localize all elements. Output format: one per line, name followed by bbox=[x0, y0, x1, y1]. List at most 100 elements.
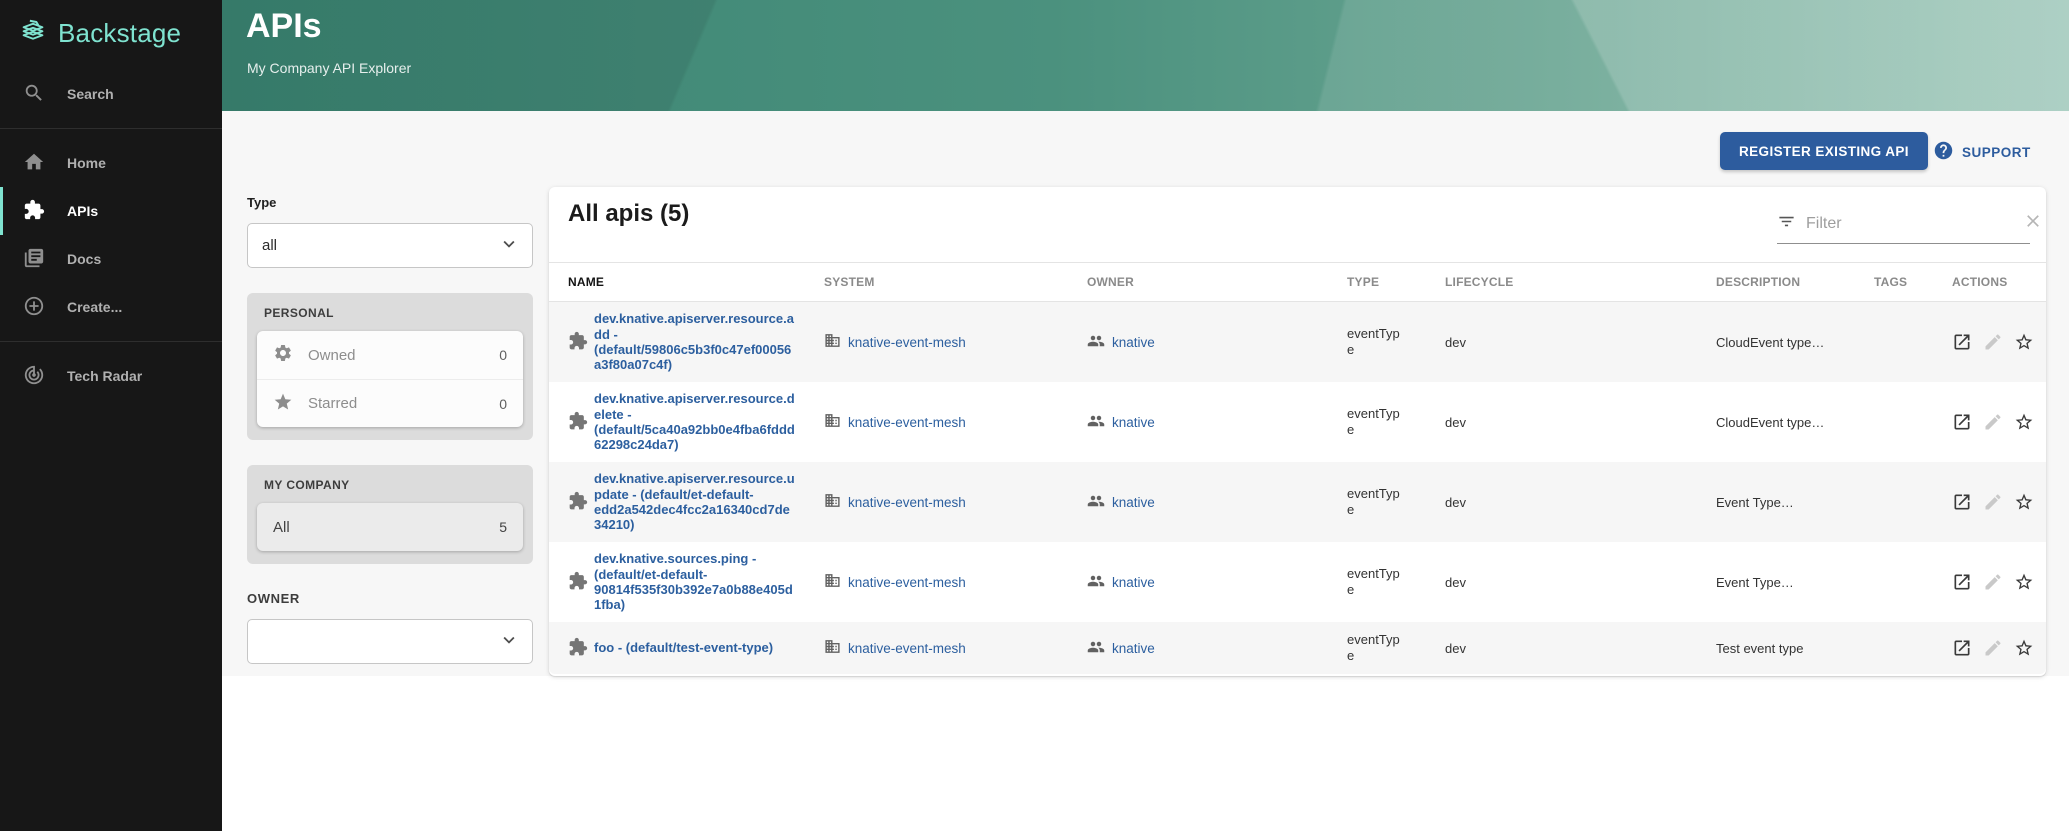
api-table-card: All apis (5) NAME SYSTEM OWNER TYPE LIFE… bbox=[549, 187, 2046, 676]
open-in-new-icon[interactable] bbox=[1952, 638, 1972, 658]
open-in-new-icon[interactable] bbox=[1952, 572, 1972, 592]
open-in-new-icon[interactable] bbox=[1952, 492, 1972, 512]
system-link[interactable]: knative-event-mesh bbox=[848, 495, 966, 510]
system-link[interactable]: knative-event-mesh bbox=[848, 415, 966, 430]
type-filter-value: all bbox=[262, 237, 277, 254]
api-name-link[interactable]: dev.knative.sources.ping - (default/et-d… bbox=[594, 551, 796, 612]
chevron-down-icon bbox=[498, 233, 520, 259]
open-in-new-icon[interactable] bbox=[1952, 412, 1972, 432]
column-header-type[interactable]: TYPE bbox=[1347, 275, 1445, 289]
api-name-link[interactable]: dev.knative.apiserver.resource.delete - … bbox=[594, 391, 796, 452]
clear-filter-icon[interactable] bbox=[2023, 211, 2043, 236]
star-outline-icon[interactable] bbox=[2014, 412, 2034, 432]
sidebar-item-label: Tech Radar bbox=[67, 368, 142, 384]
api-name-link[interactable]: dev.knative.apiserver.resource.add - (de… bbox=[594, 311, 796, 372]
api-type: eventType bbox=[1347, 406, 1404, 437]
api-lifecycle: dev bbox=[1445, 335, 1716, 350]
api-kind-icon bbox=[568, 637, 588, 660]
table-filter-input[interactable] bbox=[1806, 215, 2013, 233]
owner-link[interactable]: knative bbox=[1112, 575, 1155, 590]
system-link[interactable]: knative-event-mesh bbox=[848, 575, 966, 590]
chevron-down-icon bbox=[498, 629, 520, 655]
system-link[interactable]: knative-event-mesh bbox=[848, 335, 966, 350]
api-description: CloudEvent type… bbox=[1716, 335, 1874, 350]
company-group-title: MY COMPANY bbox=[264, 478, 523, 492]
column-header-tags[interactable]: TAGS bbox=[1874, 275, 1952, 289]
filter-item-count: 0 bbox=[499, 347, 507, 363]
star-icon bbox=[273, 392, 293, 416]
open-in-new-icon[interactable] bbox=[1952, 332, 1972, 352]
filter-item-starred[interactable]: Starred 0 bbox=[257, 379, 523, 427]
column-header-name[interactable]: NAME bbox=[568, 275, 824, 289]
personal-group-title: PERSONAL bbox=[264, 306, 523, 320]
sidebar-item-tech-radar[interactable]: Tech Radar bbox=[0, 352, 222, 400]
backstage-logo[interactable]: Backstage bbox=[0, 0, 222, 52]
column-header-lifecycle[interactable]: LIFECYCLE bbox=[1445, 275, 1716, 289]
system-icon bbox=[824, 492, 841, 512]
filter-item-label: Owned bbox=[308, 347, 356, 364]
system-icon bbox=[824, 332, 841, 352]
sidebar-item-docs[interactable]: Docs bbox=[0, 235, 222, 283]
filter-item-all[interactable]: All 5 bbox=[257, 503, 523, 551]
column-header-owner[interactable]: OWNER bbox=[1087, 275, 1347, 289]
table-row: dev.knative.sources.ping - (default/et-d… bbox=[549, 542, 2046, 622]
edit-icon[interactable] bbox=[1983, 492, 2003, 512]
api-kind-icon bbox=[568, 571, 588, 594]
edit-icon[interactable] bbox=[1983, 638, 2003, 658]
sidebar-item-search[interactable]: Search bbox=[0, 70, 222, 118]
api-kind-icon bbox=[568, 491, 588, 514]
group-icon bbox=[1087, 572, 1105, 593]
edit-icon[interactable] bbox=[1983, 332, 2003, 352]
star-outline-icon[interactable] bbox=[2014, 572, 2034, 592]
star-outline-icon[interactable] bbox=[2014, 492, 2034, 512]
filter-item-owned[interactable]: Owned 0 bbox=[257, 331, 523, 379]
sidebar-item-home[interactable]: Home bbox=[0, 139, 222, 187]
backstage-logo-icon bbox=[18, 15, 48, 52]
table-filter-field bbox=[1777, 211, 2030, 244]
owner-filter-select[interactable] bbox=[247, 619, 533, 664]
support-button[interactable]: SUPPORT bbox=[1933, 140, 2031, 164]
sidebar-item-label: Create... bbox=[67, 299, 122, 315]
api-lifecycle: dev bbox=[1445, 575, 1716, 590]
api-name-link[interactable]: dev.knative.apiserver.resource.update - … bbox=[594, 471, 796, 532]
filter-list-icon bbox=[1777, 212, 1796, 236]
owner-link[interactable]: knative bbox=[1112, 641, 1155, 656]
table-row: dev.knative.apiserver.resource.add - (de… bbox=[549, 302, 2046, 382]
api-type: eventType bbox=[1347, 486, 1404, 517]
system-link[interactable]: knative-event-mesh bbox=[848, 641, 966, 656]
star-outline-icon[interactable] bbox=[2014, 638, 2034, 658]
search-icon bbox=[23, 82, 45, 107]
puzzle-icon bbox=[23, 199, 45, 224]
api-type: eventType bbox=[1347, 326, 1404, 357]
api-name-link[interactable]: foo - (default/test-event-type) bbox=[594, 640, 796, 655]
api-type: eventType bbox=[1347, 566, 1404, 597]
sidebar-item-create[interactable]: Create... bbox=[0, 283, 222, 331]
system-icon bbox=[824, 412, 841, 432]
personal-filter-group: PERSONAL Owned 0 Starred 0 bbox=[247, 293, 533, 440]
page-subtitle: My Company API Explorer bbox=[247, 60, 411, 76]
content-area: REGISTER EXISTING API SUPPORT Type all P… bbox=[222, 111, 2069, 831]
sidebar-item-label: Docs bbox=[67, 251, 101, 267]
sidebar-item-apis[interactable]: APIs bbox=[0, 187, 222, 235]
register-existing-api-button[interactable]: REGISTER EXISTING API bbox=[1720, 132, 1928, 170]
owner-link[interactable]: knative bbox=[1112, 415, 1155, 430]
column-header-system[interactable]: SYSTEM bbox=[824, 275, 1087, 289]
backstage-app: Backstage Search Home APIs Docs bbox=[0, 0, 2069, 831]
api-description: Event Type… bbox=[1716, 495, 1874, 510]
type-filter-select[interactable]: all bbox=[247, 223, 533, 268]
owner-link[interactable]: knative bbox=[1112, 335, 1155, 350]
owner-filter-label: OWNER bbox=[247, 591, 533, 606]
sidebar-divider bbox=[0, 341, 222, 342]
table-row: foo - (default/test-event-type) knative-… bbox=[549, 622, 2046, 674]
api-lifecycle: dev bbox=[1445, 415, 1716, 430]
sidebar-item-label: Search bbox=[67, 86, 114, 102]
docs-icon bbox=[23, 247, 45, 272]
edit-icon[interactable] bbox=[1983, 412, 2003, 432]
api-lifecycle: dev bbox=[1445, 641, 1716, 656]
group-icon bbox=[1087, 412, 1105, 433]
owner-link[interactable]: knative bbox=[1112, 495, 1155, 510]
sidebar-divider bbox=[0, 128, 222, 129]
column-header-description[interactable]: DESCRIPTION bbox=[1716, 275, 1874, 289]
star-outline-icon[interactable] bbox=[2014, 332, 2034, 352]
edit-icon[interactable] bbox=[1983, 572, 2003, 592]
